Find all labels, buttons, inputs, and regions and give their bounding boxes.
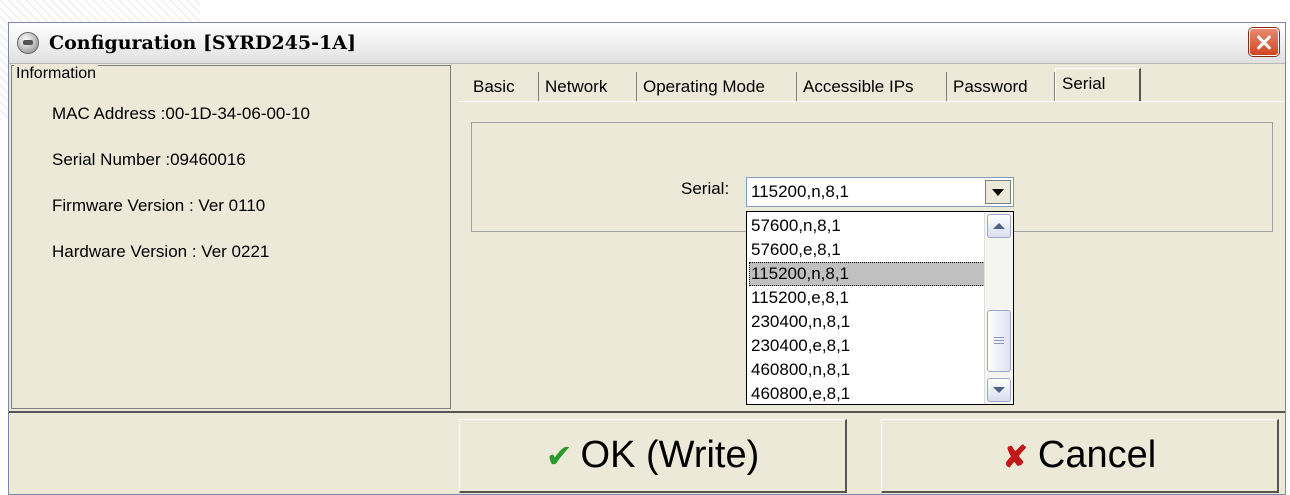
option-115200-e-8-1[interactable]: 115200,e,8,1 [749, 286, 985, 310]
tab-password[interactable]: Password [947, 72, 1055, 102]
dropdown-scrollbar[interactable] [984, 212, 1013, 404]
tab-operating-mode[interactable]: Operating Mode [637, 72, 797, 102]
option-57600-e-8-1[interactable]: 57600,e,8,1 [749, 238, 985, 262]
cancel-button[interactable]: ✘ Cancel [881, 419, 1279, 493]
thumb-grip [994, 337, 1004, 338]
window-title: Configuration [SYRD245-1A] [49, 32, 356, 54]
serial-select-value: 115200,n,8,1 [751, 182, 849, 201]
x-mark-icon: ✘ [1002, 441, 1028, 474]
serial-number-text: Serial Number :09460016 [52, 150, 246, 169]
hardware-version-text: Hardware Version : Ver 0221 [52, 242, 270, 261]
scroll-up-button[interactable] [987, 214, 1011, 238]
chevron-down-icon [992, 189, 1004, 196]
tab-serial[interactable]: Serial [1055, 68, 1141, 102]
cancel-button-label: Cancel [1037, 434, 1157, 476]
information-group: Information MAC Address :00-1D-34-06-00-… [11, 65, 451, 409]
serial-label: Serial: [681, 179, 730, 198]
firmware-version-text: Firmware Version : Ver 0110 [52, 196, 266, 215]
option-230400-e-8-1[interactable]: 230400,e,8,1 [749, 334, 985, 358]
button-bar: ✔ OK (Write) ✘ Cancel [9, 411, 1285, 494]
option-115200-n-8-1[interactable]: 115200,n,8,1 [749, 262, 985, 286]
close-icon[interactable] [1249, 28, 1279, 56]
ok-button-label: OK (Write) [580, 434, 760, 476]
option-460800-n-8-1[interactable]: 460800,n,8,1 [749, 358, 985, 382]
configuration-window: Configuration [SYRD245-1A] Information M… [8, 22, 1286, 495]
mac-address-text: MAC Address :00-1D-34-06-00-10 [52, 104, 310, 123]
scroll-thumb[interactable] [987, 310, 1011, 372]
thumb-grip [994, 340, 1004, 341]
scroll-down-button[interactable] [987, 378, 1011, 402]
thumb-grip [994, 343, 1004, 344]
title-bar[interactable]: Configuration [SYRD245-1A] [9, 23, 1285, 64]
ok-write-button[interactable]: ✔ OK (Write) [459, 419, 847, 493]
tab-divider [459, 101, 1284, 102]
tab-accessible-ips[interactable]: Accessible IPs [797, 72, 947, 102]
option-230400-n-8-1[interactable]: 230400,n,8,1 [749, 310, 985, 334]
serial-dropdown-list[interactable]: 57600,n,8,1 57600,e,8,1 115200,n,8,1 115… [746, 211, 1014, 405]
information-legend: Information [14, 65, 99, 83]
checkmark-icon: ✔ [545, 438, 573, 474]
dropdown-button[interactable] [985, 180, 1011, 204]
tab-basic[interactable]: Basic [467, 72, 539, 102]
app-icon[interactable] [17, 32, 39, 54]
option-57600-n-8-1[interactable]: 57600,n,8,1 [749, 214, 985, 238]
tab-network[interactable]: Network [539, 72, 637, 102]
option-460800-e-8-1[interactable]: 460800,e,8,1 [749, 382, 985, 406]
serial-select[interactable]: 115200,n,8,1 [746, 177, 1014, 207]
tab-control: Basic Network Operating Mode Accessible … [459, 65, 1284, 409]
